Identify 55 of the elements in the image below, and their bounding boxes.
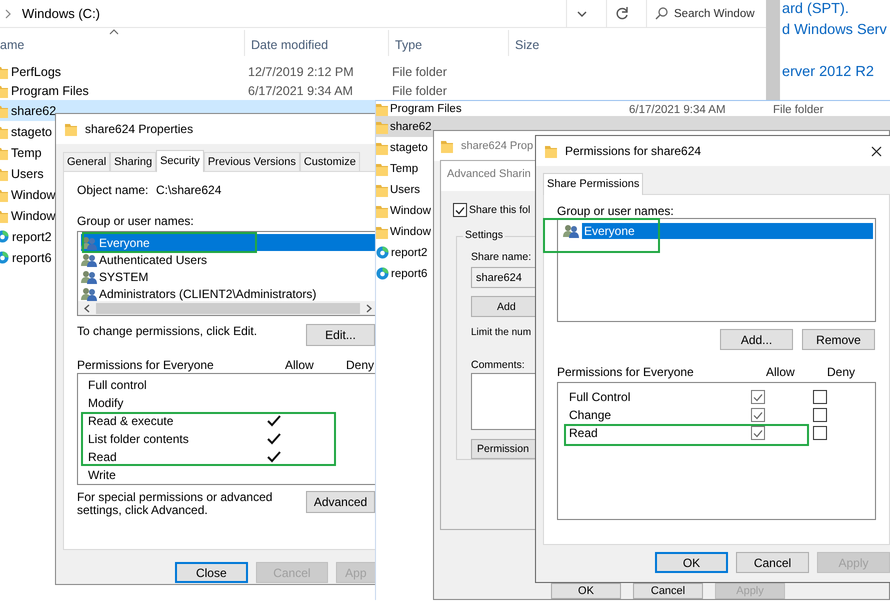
file-name: report2 xyxy=(391,246,428,258)
file-name: share62 xyxy=(11,104,56,118)
file-name: report2 xyxy=(12,230,52,244)
label: Group or user names: xyxy=(77,214,195,228)
permission-name: Write xyxy=(88,468,117,482)
date-text: 12/7/2019 2:12 PM xyxy=(248,64,354,78)
file-name: report6 xyxy=(12,250,52,264)
file-name: Window xyxy=(11,208,56,222)
permission-name: List folder contents xyxy=(88,432,190,446)
file-name: stageto xyxy=(390,142,428,154)
type-text: File folder xyxy=(773,104,824,116)
type-text: File folder xyxy=(392,84,447,98)
file-name: Window xyxy=(11,188,56,202)
file-name: Program Files xyxy=(11,84,89,98)
file-name: Program Files xyxy=(390,102,462,114)
file-name: Temp xyxy=(11,146,42,160)
object-name: C:\share624 xyxy=(156,183,222,197)
label: Object name: xyxy=(77,183,150,197)
label: Comments: xyxy=(471,358,526,371)
window-title: Permissions for share624 xyxy=(565,144,702,158)
file-name: Users xyxy=(11,166,44,180)
window-title: Advanced Sharin xyxy=(441,161,536,191)
permission-name: Full Control xyxy=(569,390,632,404)
hint-text: For special permissions or advanced settings, click Advanced. xyxy=(77,491,274,517)
file-name: report6 xyxy=(391,268,428,280)
file-name: share62 xyxy=(390,120,432,132)
window-title: share624 Properties xyxy=(85,122,194,136)
file-name: Users xyxy=(390,184,420,196)
label: Permissions for Everyone xyxy=(557,365,695,379)
file-name: PerfLogs xyxy=(11,64,62,78)
window-title: share624 Prop xyxy=(461,140,534,152)
permission-name: Read xyxy=(88,450,118,464)
label: Permissions for Everyone xyxy=(77,358,215,372)
permission-name: Full control xyxy=(88,378,148,392)
checkbox-label: Share this fol xyxy=(469,204,530,216)
permission-name: Modify xyxy=(88,396,124,410)
permission-name: Read xyxy=(569,426,599,440)
permission-name: Change xyxy=(569,408,612,422)
column-label: Deny xyxy=(346,358,375,372)
type-text: File folder xyxy=(392,64,447,78)
label: Share name: xyxy=(471,251,532,263)
column-label: Deny xyxy=(827,365,856,379)
permission-name: Read & execute xyxy=(88,414,174,428)
file-name: stageto xyxy=(11,124,52,138)
file-name: Temp xyxy=(390,162,418,174)
group-label: Settings xyxy=(463,229,505,241)
label: Limit the num xyxy=(471,326,532,338)
hint-text: To change permissions, click Edit. xyxy=(77,324,258,338)
file-name: Window xyxy=(390,226,431,238)
file-name: Window xyxy=(390,204,431,216)
column-label: Allow xyxy=(285,358,315,372)
label: Group or user names: xyxy=(557,204,675,218)
date-text: 6/17/2021 9:34 AM xyxy=(248,84,353,98)
column-label: Allow xyxy=(766,365,796,379)
date-text: 6/17/2021 9:34 AM xyxy=(629,104,726,116)
